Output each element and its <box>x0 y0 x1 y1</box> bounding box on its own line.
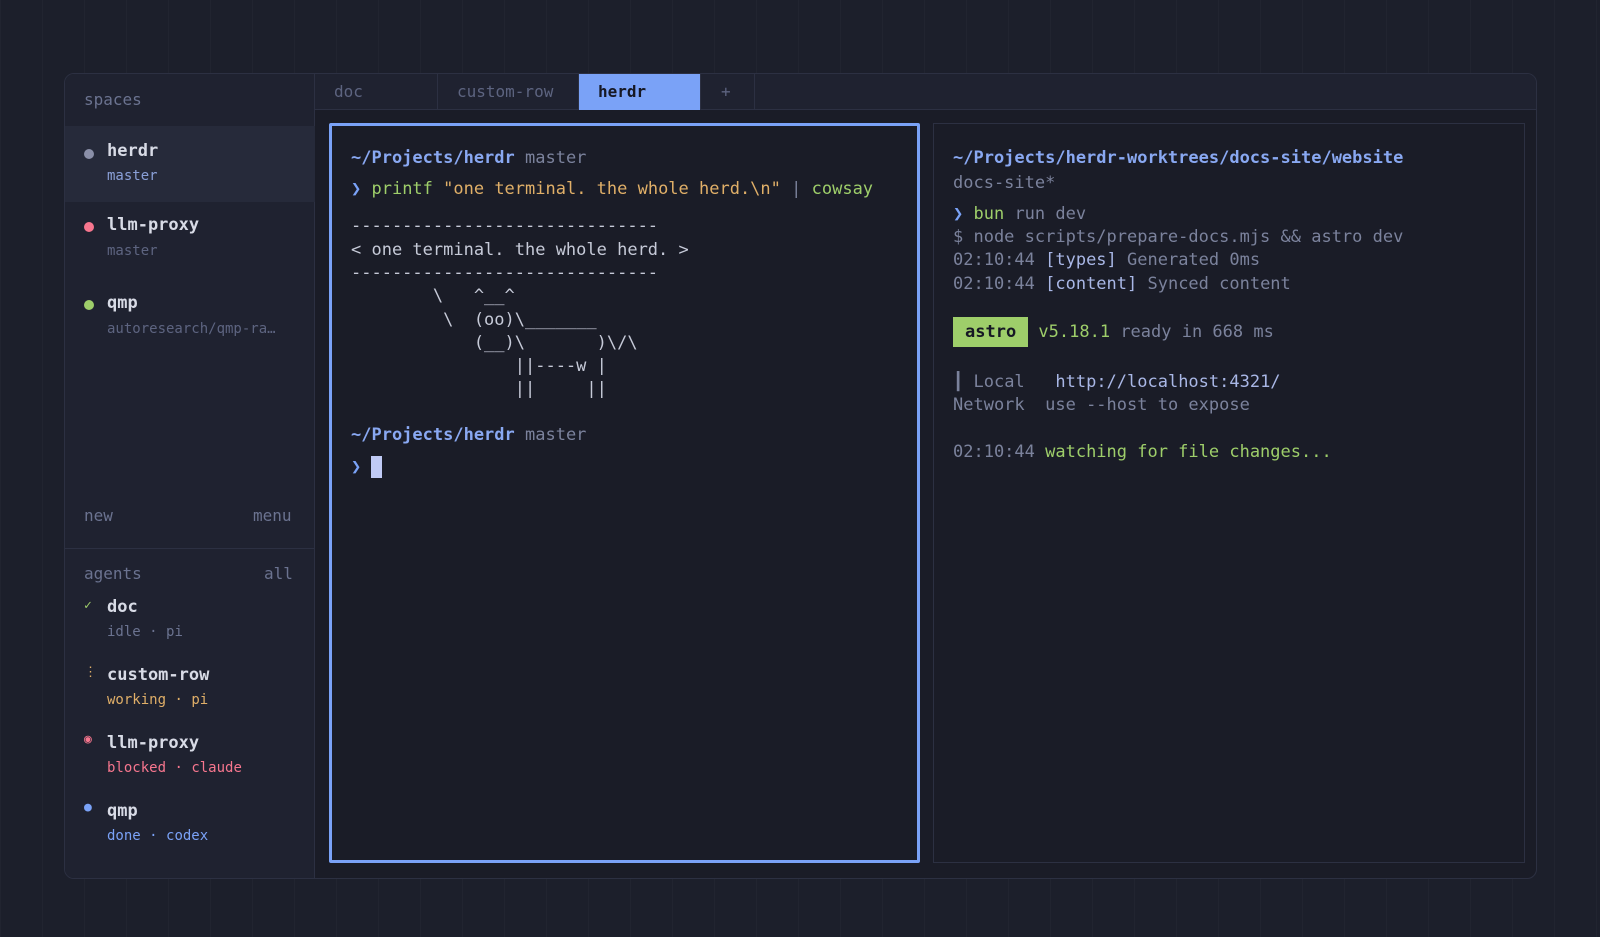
agent-name: doc <box>107 597 138 617</box>
prompt-chevron-icon: ❯ <box>953 204 974 224</box>
agent-status: done · codex <box>107 828 209 844</box>
tab-doc[interactable]: doc <box>315 74 438 110</box>
app-window: spaces herdr master llm-proxy master qmp… <box>64 73 1537 879</box>
agents-heading: agents <box>84 564 142 583</box>
output-line: ------------------------------ <box>351 216 659 236</box>
output-line: \ (oo)\_______ <box>351 310 597 330</box>
tab-herdr[interactable]: herdr <box>579 74 701 110</box>
watch-line: 02:10:44 watching for file changes... <box>953 442 1332 462</box>
log-line: 02:10:44 [content] Synced content <box>953 274 1291 294</box>
agent-status: idle · pi <box>107 624 183 640</box>
astro-badge: astro <box>953 317 1029 347</box>
git-branch: master <box>514 148 587 168</box>
agent-name: llm-proxy <box>107 733 200 753</box>
space-status-dot-icon <box>84 149 94 159</box>
check-icon: ✓ <box>84 598 92 613</box>
space-name: qmp <box>107 293 138 313</box>
space-status-dot-icon <box>84 300 94 310</box>
terminal-pane-right[interactable]: ~/Projects/herdr-worktrees/docs-site/web… <box>933 123 1525 863</box>
output-line: $ node scripts/prepare-docs.mjs && astro… <box>953 227 1404 247</box>
output-line: ||----w | <box>351 356 607 376</box>
git-branch: docs-site* <box>953 173 1056 193</box>
sidebar: spaces herdr master llm-proxy master qmp… <box>65 74 315 878</box>
output-line: (__)\ )\/\ <box>351 333 638 353</box>
agents-all-button[interactable]: all <box>264 564 293 583</box>
new-tab-button[interactable]: + <box>701 74 755 110</box>
command-line: ❯ bun run dev <box>953 204 1087 224</box>
done-dot-icon: ● <box>84 800 92 815</box>
prompt-chevron-icon: ❯ <box>351 179 372 199</box>
local-url-line: ┃ Local http://localhost:4321/ <box>953 372 1281 392</box>
spaces-heading: spaces <box>84 90 142 109</box>
space-name: llm-proxy <box>107 215 200 235</box>
cwd-path: ~/Projects/herdr <box>351 425 515 445</box>
space-branch: master <box>107 243 158 259</box>
astro-ready-line: astro v5.18.1 ready in 668 ms <box>953 317 1274 347</box>
tab-bar: doc custom-row herdr + <box>315 74 1536 110</box>
agent-status: blocked · claude <box>107 760 242 776</box>
new-space-button[interactable]: new <box>84 506 113 525</box>
output-line: < one terminal. the whole herd. > <box>351 240 689 260</box>
agent-name: qmp <box>107 801 138 821</box>
cwd-path: ~/Projects/herdr-worktrees/docs-site/web… <box>953 148 1404 168</box>
git-branch: master <box>514 425 587 445</box>
network-line: Network use --host to expose <box>953 395 1250 415</box>
sidebar-divider <box>65 548 315 549</box>
space-name: herdr <box>107 141 159 161</box>
blocked-icon: ◉ <box>84 732 92 747</box>
space-status-dot-icon <box>84 222 94 232</box>
space-item-herdr[interactable]: herdr master <box>65 126 315 202</box>
output-line: || || <box>351 379 607 399</box>
output-line: \ ^__^ <box>351 286 515 306</box>
command-line: ❯ printf "one terminal. the whole herd.\… <box>351 179 874 199</box>
space-branch: autoresearch/qmp-ra… <box>107 321 276 337</box>
output-line: ------------------------------ <box>351 263 659 283</box>
agent-status: working · pi <box>107 692 209 708</box>
text-cursor <box>371 456 383 478</box>
space-item-llm-proxy[interactable]: llm-proxy master <box>65 204 315 280</box>
prompt-line: ~/Projects/herdr master <box>351 146 586 170</box>
agent-name: custom-row <box>107 665 210 685</box>
menu-button[interactable]: menu <box>253 506 292 525</box>
input-line[interactable]: ❯ <box>351 455 383 479</box>
cwd-path: ~/Projects/herdr <box>351 148 515 168</box>
prompt-chevron-icon: ❯ <box>351 457 372 477</box>
local-url-link[interactable]: http://localhost:4321/ <box>1055 372 1280 392</box>
terminal-pane-left[interactable]: ~/Projects/herdr master ❯ printf "one te… <box>329 123 920 863</box>
space-item-qmp[interactable]: qmp autoresearch/qmp-ra… <box>65 282 315 358</box>
prompt-line: ~/Projects/herdr master <box>351 423 586 447</box>
tab-custom-row[interactable]: custom-row <box>438 74 579 110</box>
log-line: 02:10:44 [types] Generated 0ms <box>953 250 1261 270</box>
working-spinner-icon: ⋮ <box>84 665 97 680</box>
space-branch: master <box>107 168 158 184</box>
